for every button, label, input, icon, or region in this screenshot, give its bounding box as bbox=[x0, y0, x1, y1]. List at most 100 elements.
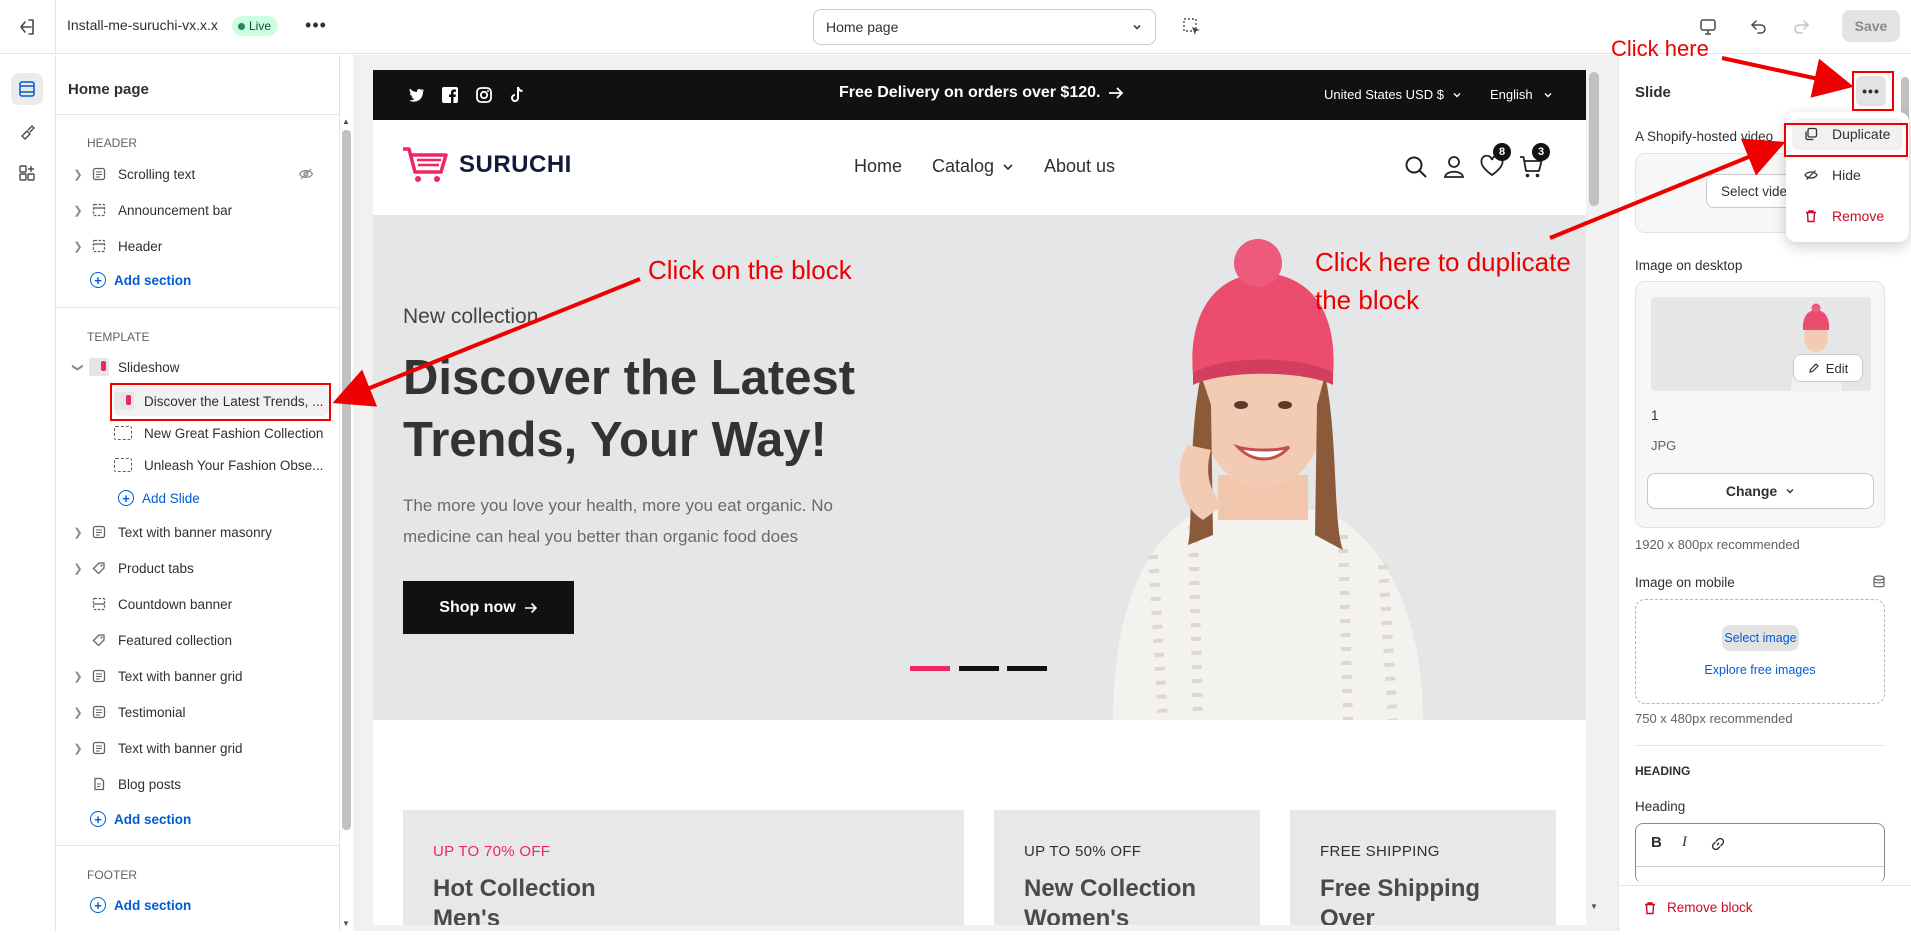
chevron-right-icon[interactable]: ❯ bbox=[70, 670, 86, 683]
remove-block-button[interactable]: Remove block bbox=[1643, 900, 1753, 915]
chevron-right-icon[interactable]: ❯ bbox=[70, 706, 86, 719]
currency-selector[interactable]: United States USD $ bbox=[1324, 87, 1462, 102]
cart-logo-icon bbox=[403, 147, 448, 182]
hide-menu-item[interactable]: Hide bbox=[1792, 159, 1903, 191]
scrollbar-thumb[interactable] bbox=[1589, 72, 1599, 206]
preview-scrollbar[interactable]: ▼ bbox=[1587, 70, 1601, 925]
announcement-message[interactable]: Free Delivery on orders over $120. bbox=[839, 84, 1124, 102]
chevron-down-icon[interactable]: ❯ bbox=[72, 359, 85, 375]
wishlist-button[interactable]: 8 bbox=[1480, 143, 1511, 181]
instagram-icon[interactable] bbox=[475, 86, 493, 104]
chevron-right-icon[interactable]: ❯ bbox=[70, 168, 86, 181]
shop-now-button[interactable]: Shop now bbox=[403, 581, 574, 634]
promo-title: New Collection Women's bbox=[1024, 874, 1196, 925]
language-label: English bbox=[1490, 87, 1533, 102]
inspector-icon[interactable] bbox=[1180, 15, 1204, 39]
search-icon[interactable] bbox=[1404, 155, 1428, 179]
settings-title: Slide bbox=[1635, 84, 1671, 101]
theme-settings-icon[interactable] bbox=[11, 115, 43, 147]
mobile-image-dropzone[interactable]: Select image Explore free images bbox=[1635, 599, 1885, 704]
explore-images-link[interactable]: Explore free images bbox=[1636, 663, 1884, 677]
tree-item-text-banner-masonry[interactable]: ❯ Text with banner masonry bbox=[70, 517, 330, 547]
chevron-right-icon[interactable]: ❯ bbox=[70, 562, 86, 575]
chevron-right-icon[interactable]: ❯ bbox=[70, 526, 86, 539]
panel-title: Home page bbox=[68, 81, 149, 98]
promo-banner-new[interactable]: UP TO 50% OFF New Collection Women's bbox=[994, 810, 1260, 925]
cart-button[interactable]: 3 bbox=[1519, 143, 1550, 181]
tree-item-text-banner-grid[interactable]: ❯ Text with banner grid bbox=[70, 661, 330, 691]
tree-item-scrolling-text[interactable]: ❯ Scrolling text bbox=[70, 159, 330, 189]
apps-icon[interactable] bbox=[11, 157, 43, 189]
scroll-down-icon[interactable]: ▼ bbox=[1590, 902, 1598, 911]
plus-circle-icon: + bbox=[90, 272, 106, 288]
remove-menu-item[interactable]: Remove bbox=[1792, 200, 1903, 232]
mobile-size-hint: 750 x 480px recommended bbox=[1635, 711, 1793, 726]
slide-block-unleash[interactable]: Unleash Your Fashion Obse... bbox=[114, 450, 329, 480]
nav-home[interactable]: Home bbox=[854, 156, 902, 177]
bold-icon[interactable]: B bbox=[1651, 834, 1662, 851]
chevron-right-icon[interactable]: ❯ bbox=[70, 204, 86, 217]
select-image-button[interactable]: Select image bbox=[1722, 625, 1799, 651]
database-icon[interactable] bbox=[1872, 575, 1886, 589]
tiktok-icon[interactable] bbox=[509, 86, 525, 104]
account-icon[interactable] bbox=[1443, 155, 1465, 179]
promo-title-line1: Free Shipping bbox=[1320, 875, 1481, 902]
facebook-icon[interactable] bbox=[441, 86, 459, 104]
redo-icon[interactable] bbox=[1790, 15, 1812, 37]
slide-block-new-great[interactable]: New Great Fashion Collection bbox=[114, 418, 329, 448]
store-preview[interactable]: Free Delivery on orders over $120. Unite… bbox=[373, 70, 1586, 925]
text-block-icon bbox=[86, 167, 112, 181]
chevron-down-icon bbox=[1786, 489, 1794, 494]
link-icon[interactable] bbox=[1710, 836, 1726, 852]
tree-item-announcement-bar[interactable]: ❯ Announcement bar bbox=[70, 195, 330, 225]
scrollbar-thumb[interactable] bbox=[342, 130, 351, 830]
page-select[interactable]: Home page bbox=[813, 9, 1156, 45]
tree-item-countdown-banner[interactable]: Countdown banner bbox=[70, 589, 330, 619]
slide-dot-active[interactable] bbox=[910, 666, 950, 671]
slide-dot[interactable] bbox=[1007, 666, 1047, 671]
twitter-icon[interactable] bbox=[407, 86, 425, 104]
desktop-image-thumbnail[interactable]: Edit bbox=[1651, 297, 1871, 391]
undo-icon[interactable] bbox=[1748, 15, 1770, 37]
shop-now-label: Shop now bbox=[439, 598, 516, 616]
theme-actions-button[interactable]: ••• bbox=[302, 13, 330, 41]
scroll-down-icon[interactable]: ▼ bbox=[342, 919, 350, 928]
scroll-up-icon[interactable]: ▲ bbox=[342, 117, 350, 126]
chevron-right-icon[interactable]: ❯ bbox=[70, 742, 86, 755]
language-selector[interactable]: English bbox=[1490, 87, 1553, 102]
add-section-header[interactable]: + Add section bbox=[90, 272, 191, 288]
promo-banner-shipping[interactable]: FREE SHIPPING Free Shipping Over bbox=[1290, 810, 1556, 925]
edit-image-button[interactable]: Edit bbox=[1793, 354, 1863, 382]
sections-scrollbar[interactable]: ▲ ▼ bbox=[340, 115, 352, 930]
add-section-template[interactable]: + Add section bbox=[90, 811, 191, 827]
add-slide-button[interactable]: + Add Slide bbox=[118, 490, 200, 506]
hidden-eye-icon[interactable] bbox=[298, 166, 314, 182]
promo-banner-hot[interactable]: UP TO 70% OFF Hot Collection Men's bbox=[403, 810, 964, 925]
tree-item-label: Countdown banner bbox=[118, 596, 233, 612]
tree-item-text-banner-grid-2[interactable]: ❯ Text with banner grid bbox=[70, 733, 330, 763]
tree-item-header[interactable]: ❯ Header bbox=[70, 231, 330, 261]
heading-field-label: Heading bbox=[1635, 799, 1686, 814]
social-links bbox=[407, 86, 525, 104]
image-mobile-label: Image on mobile bbox=[1635, 575, 1735, 590]
nav-catalog[interactable]: Catalog bbox=[932, 156, 1014, 177]
tree-item-featured-collection[interactable]: Featured collection bbox=[70, 625, 330, 655]
live-badge: Live bbox=[232, 16, 279, 36]
sections-icon[interactable] bbox=[11, 73, 43, 105]
add-section-footer[interactable]: + Add section bbox=[90, 897, 191, 913]
tree-item-slideshow[interactable]: ❯ Slideshow bbox=[70, 352, 330, 382]
slide-dot[interactable] bbox=[959, 666, 999, 671]
exit-icon[interactable] bbox=[14, 14, 40, 40]
nav-about[interactable]: About us bbox=[1044, 156, 1115, 177]
save-button[interactable]: Save bbox=[1842, 10, 1900, 42]
tree-item-product-tabs[interactable]: ❯ Product tabs bbox=[70, 553, 330, 583]
announcement-bar: Free Delivery on orders over $120. Unite… bbox=[373, 70, 1586, 120]
change-image-button[interactable]: Change bbox=[1647, 473, 1874, 509]
tree-item-blog-posts[interactable]: Blog posts bbox=[70, 769, 330, 799]
heading-rich-text-editor[interactable]: B I bbox=[1635, 823, 1885, 883]
tree-item-testimonial[interactable]: ❯ Testimonial bbox=[70, 697, 330, 727]
tree-item-label: Announcement bar bbox=[118, 202, 233, 218]
chevron-right-icon[interactable]: ❯ bbox=[70, 240, 86, 253]
store-logo[interactable]: SURUCHI bbox=[401, 146, 572, 184]
italic-icon[interactable]: I bbox=[1682, 834, 1687, 851]
